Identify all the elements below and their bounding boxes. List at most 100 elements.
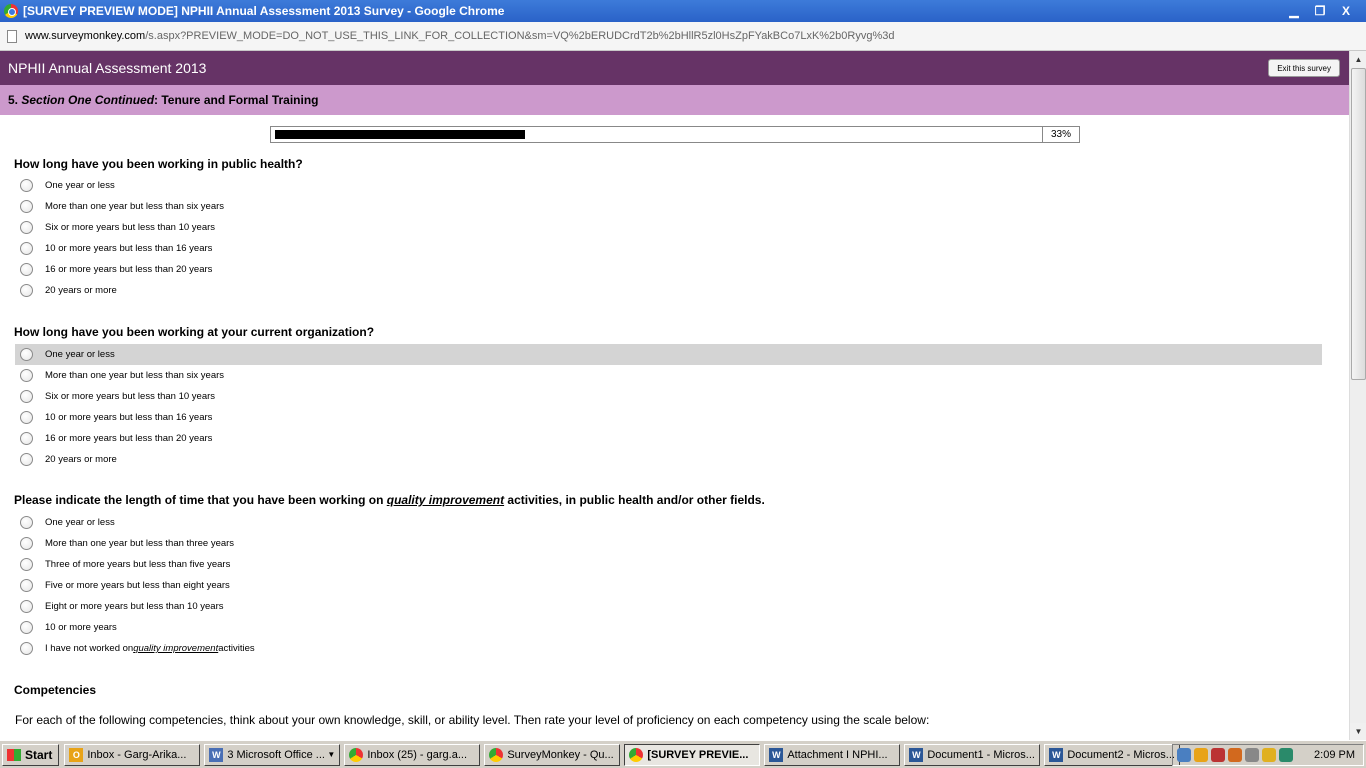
option-label: More than one year but less than three y…: [45, 538, 235, 549]
q3-option-7[interactable]: I have not worked on quality improvement…: [15, 638, 1322, 659]
task-label: Inbox (25) - garg.a...: [367, 748, 468, 761]
q1-option-5[interactable]: 16 or more years but less than 20 years: [15, 259, 1322, 280]
radio-button[interactable]: [20, 453, 33, 466]
radio-button[interactable]: [20, 200, 33, 213]
question-3-emphasis: quality improvement: [386, 493, 505, 507]
radio-button[interactable]: [20, 432, 33, 445]
task-document1-word[interactable]: W Document1 - Micros...: [904, 743, 1041, 766]
q2-option-6[interactable]: 20 years or more: [15, 449, 1322, 470]
messenger-icon[interactable]: [1228, 748, 1242, 762]
survey-title: NPHII Annual Assessment 2013: [8, 60, 207, 76]
q2-option-3[interactable]: Six or more years but less than 10 years: [15, 386, 1322, 407]
page-icon: [7, 29, 17, 43]
office-icon: W: [209, 747, 224, 762]
task-label: [SURVEY PREVIE...: [647, 748, 749, 761]
clock: 2:09 PM: [1314, 749, 1355, 761]
radio-button[interactable]: [20, 411, 33, 424]
q1-option-2[interactable]: More than one year but less than six yea…: [15, 196, 1322, 217]
task-chrome-inbox[interactable]: Inbox (25) - garg.a...: [344, 743, 481, 766]
progress-bar: 33%: [270, 126, 1080, 143]
vertical-scrollbar[interactable]: ▲ ▼: [1349, 51, 1366, 740]
sun-icon[interactable]: [1262, 748, 1276, 762]
q3-option-6[interactable]: 10 or more years: [15, 617, 1322, 638]
q1-option-3[interactable]: Six or more years but less than 10 years: [15, 217, 1322, 238]
window-title-bar[interactable]: [SURVEY PREVIEW MODE] NPHII Annual Asses…: [0, 0, 1366, 22]
option-label: 10 or more years but less than 16 years: [45, 412, 213, 423]
q3-option-2[interactable]: More than one year but less than three y…: [15, 533, 1322, 554]
radio-button[interactable]: [20, 537, 33, 550]
minimize-button[interactable]: ▁: [1282, 2, 1306, 20]
radio-button[interactable]: [20, 284, 33, 297]
q2-option-4[interactable]: 10 or more years but less than 16 years: [15, 407, 1322, 428]
q2-option-2[interactable]: More than one year but less than six yea…: [15, 365, 1322, 386]
radio-button[interactable]: [20, 516, 33, 529]
option-label: 10 or more years but less than 16 years: [45, 243, 213, 254]
restore-button[interactable]: ❐: [1308, 2, 1332, 20]
question-2: How long have you been working at your c…: [14, 325, 375, 339]
radio-button[interactable]: [20, 621, 33, 634]
radio-button[interactable]: [20, 558, 33, 571]
task-outlook-inbox[interactable]: O Inbox - Garg-Arika...: [64, 743, 201, 766]
competencies-heading: Competencies: [14, 683, 97, 697]
settings-icon[interactable]: [1245, 748, 1259, 762]
survey-header: NPHII Annual Assessment 2013 Exit this s…: [0, 51, 1349, 85]
q3-option-4[interactable]: Five or more years but less than eight y…: [15, 575, 1322, 596]
task-document2-word[interactable]: W Document2 - Micros...: [1044, 743, 1181, 766]
radio-button[interactable]: [20, 348, 33, 361]
scroll-down-icon[interactable]: ▼: [1350, 723, 1366, 740]
radio-button[interactable]: [20, 579, 33, 592]
word-icon: W: [1049, 747, 1064, 762]
radio-button[interactable]: [20, 369, 33, 382]
task-attachment-word[interactable]: W Attachment I NPHI...: [764, 743, 901, 766]
option-label: 20 years or more: [45, 285, 117, 296]
windows-flag-icon: [7, 748, 21, 761]
radio-button[interactable]: [20, 390, 33, 403]
chrome-icon: [4, 4, 18, 18]
system-tray: 2:09 PM: [1172, 744, 1364, 766]
q3-option-1[interactable]: One year or less: [15, 512, 1322, 533]
option-label: Three of more years but less than five y…: [45, 559, 231, 570]
radio-button[interactable]: [20, 600, 33, 613]
url-host: www.surveymonkey.com: [25, 30, 146, 42]
option-label: One year or less: [45, 517, 115, 528]
outlook-tray-icon[interactable]: [1194, 748, 1208, 762]
task-surveymonkey[interactable]: SurveyMonkey - Qu...: [484, 743, 621, 766]
window-title: [SURVEY PREVIEW MODE] NPHII Annual Asses…: [23, 4, 505, 18]
network-icon[interactable]: [1177, 748, 1191, 762]
section-italic: Section One Continued: [21, 93, 155, 107]
task-microsoft-office[interactable]: W3 Microsoft Office ... ▼: [204, 743, 341, 766]
q3-option-3[interactable]: Three of more years but less than five y…: [15, 554, 1322, 575]
q1-option-1[interactable]: One year or less: [15, 175, 1322, 196]
radio-button[interactable]: [20, 242, 33, 255]
q2-option-1[interactable]: One year or less: [15, 344, 1322, 365]
question-1: How long have you been working in public…: [14, 157, 303, 171]
exit-survey-button[interactable]: Exit this survey: [1268, 59, 1340, 77]
radio-button[interactable]: [20, 642, 33, 655]
section-rest: : Tenure and Formal Training: [154, 93, 319, 107]
q1-option-4[interactable]: 10 or more years but less than 16 years: [15, 238, 1322, 259]
display-icon[interactable]: [1279, 748, 1293, 762]
start-button[interactable]: Start: [2, 743, 60, 766]
radio-button[interactable]: [20, 263, 33, 276]
taskbar: Start O Inbox - Garg-Arika... W3 Microsof…: [0, 740, 1366, 768]
option-label: I have not worked on: [45, 643, 134, 654]
task-survey-preview[interactable]: [SURVEY PREVIE...: [624, 743, 761, 766]
radio-button[interactable]: [20, 179, 33, 192]
option-label: 20 years or more: [45, 454, 117, 465]
section-number: 5.: [8, 93, 19, 107]
close-button[interactable]: X: [1334, 2, 1358, 20]
option-label: Six or more years but less than 10 years: [45, 222, 216, 233]
option-label: One year or less: [45, 349, 115, 360]
q2-option-5[interactable]: 16 or more years but less than 20 years: [15, 428, 1322, 449]
task-label: Attachment I NPHI...: [787, 748, 888, 761]
scroll-up-icon[interactable]: ▲: [1350, 51, 1366, 68]
q1-option-6[interactable]: 20 years or more: [15, 280, 1322, 301]
radio-button[interactable]: [20, 221, 33, 234]
shield-icon[interactable]: [1211, 748, 1225, 762]
q3-option-5[interactable]: Eight or more years but less than 10 yea…: [15, 596, 1322, 617]
address-bar[interactable]: www.surveymonkey.com/s.aspx?PREVIEW_MODE…: [0, 22, 1366, 51]
scroll-thumb[interactable]: [1351, 68, 1366, 380]
option-label: More than one year but less than six yea…: [45, 201, 225, 212]
progress-track: [271, 127, 1043, 142]
option-label-end: activities: [218, 643, 255, 654]
